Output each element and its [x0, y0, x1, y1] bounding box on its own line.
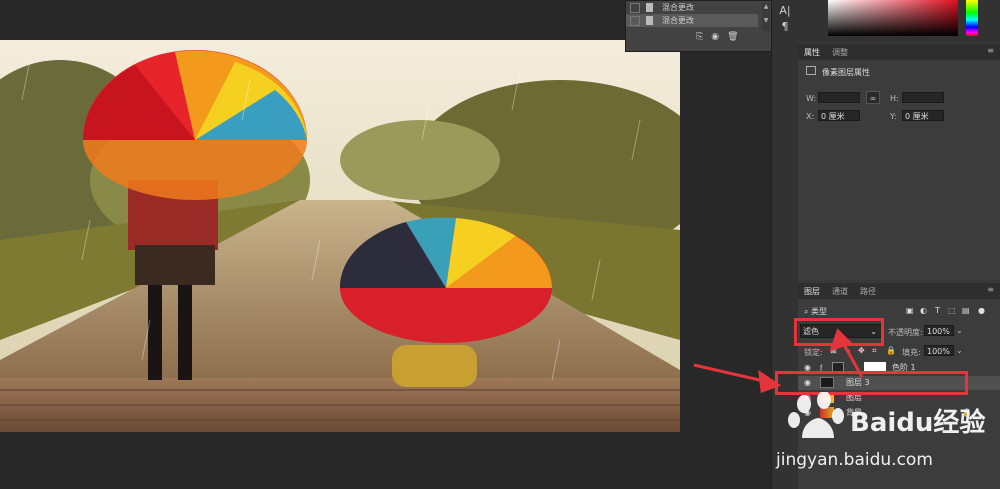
camera-icon[interactable]: ◉	[711, 32, 727, 42]
y-label: Y:	[890, 112, 897, 121]
y-field[interactable]: 0 厘米	[902, 110, 944, 121]
tab-adjustments[interactable]: 调整	[832, 47, 848, 58]
trash-icon[interactable]: 🗑	[727, 32, 746, 42]
history-item-label: 混合更改	[662, 3, 694, 12]
pixel-layer-icon	[806, 66, 816, 75]
smartobject-filter-icon[interactable]: ▤	[962, 306, 970, 315]
history-scrollbar[interactable]: ▲ ▼	[762, 3, 770, 31]
tab-channels[interactable]: 通道	[832, 286, 848, 297]
chevron-down-icon[interactable]: ⌄	[956, 346, 963, 355]
history-panel: 混合更改 混合更改 ▲ ▼ ⎘◉🗑	[625, 0, 773, 52]
height-field[interactable]	[902, 92, 944, 103]
baidu-paw-icon	[788, 392, 844, 438]
watermark-url: jingyan.baidu.com	[776, 450, 933, 470]
history-state-icon	[646, 16, 653, 25]
history-tools: ⎘◉🗑	[696, 32, 747, 42]
rainy-umbrella-photo	[0, 40, 680, 432]
properties-tabbar: 属性 调整 ≡	[798, 44, 1000, 62]
baidu-jingyan-watermark: Baidu经验 jingyan.baidu.com	[770, 380, 995, 485]
history-item-label: 混合更改	[662, 16, 694, 25]
layer-filter-label: 类型	[811, 307, 828, 316]
shape-filter-icon[interactable]: ⬚	[948, 306, 956, 315]
width-field[interactable]	[818, 92, 860, 103]
tab-layers[interactable]: 图层	[804, 286, 820, 301]
history-state-icon	[646, 3, 653, 12]
document-canvas-area[interactable]	[0, 0, 770, 489]
watermark-brand: Baidu经验	[850, 408, 986, 438]
link-icon[interactable]: ∞	[866, 91, 880, 104]
properties-header: 像素图层属性	[822, 68, 870, 77]
pixel-filter-icon[interactable]: ▣	[906, 306, 914, 315]
x-label: X:	[806, 112, 815, 121]
history-snapshot-checkbox[interactable]	[630, 3, 640, 13]
adjustment-filter-icon[interactable]: ◐	[920, 306, 927, 315]
properties-panel: 像素图层属性 W: ∞ H: X: 0 厘米 Y: 0 厘米	[798, 60, 1000, 280]
color-picker-panel	[798, 0, 1000, 42]
chevron-down-icon[interactable]: ⌄	[956, 326, 963, 335]
new-document-icon[interactable]: ⎘	[696, 32, 711, 42]
width-label: W:	[806, 94, 817, 103]
panel-menu-icon[interactable]: ≡	[987, 46, 994, 55]
tab-properties[interactable]: 属性	[804, 47, 820, 62]
character-panel-icon[interactable]: A|	[772, 4, 798, 17]
history-snapshot-checkbox[interactable]	[630, 16, 640, 26]
document-image[interactable]	[0, 40, 680, 432]
filter-toggle-icon[interactable]: ●	[978, 306, 985, 315]
layers-tabbar: 图层 通道 路径 ≡	[798, 283, 1000, 301]
history-item[interactable]: 混合更改	[626, 1, 758, 14]
x-field[interactable]: 0 厘米	[818, 110, 860, 121]
paragraph-panel-icon[interactable]: ¶	[772, 20, 798, 33]
panel-menu-icon[interactable]: ≡	[987, 285, 994, 294]
layer-filter-kind[interactable]: ⌕ 类型	[804, 306, 827, 317]
color-field[interactable]	[828, 0, 958, 36]
height-label: H:	[890, 94, 899, 103]
hue-slider[interactable]	[966, 0, 978, 36]
type-filter-icon[interactable]: T	[935, 306, 940, 315]
history-item-selected[interactable]: 混合更改	[626, 14, 758, 27]
tab-paths[interactable]: 路径	[860, 286, 876, 297]
